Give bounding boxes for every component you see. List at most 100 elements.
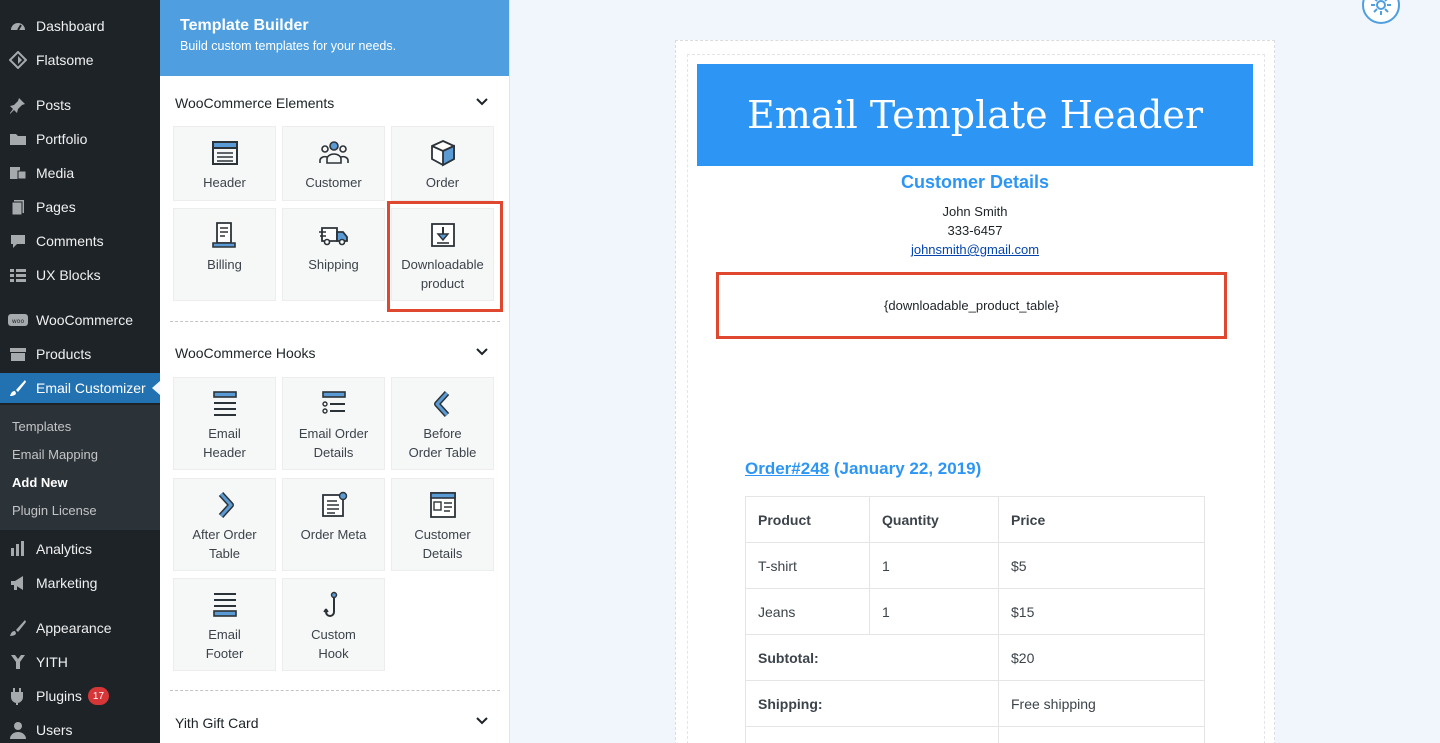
table-row bbox=[745, 726, 1205, 743]
submenu-templates[interactable]: Templates bbox=[12, 419, 71, 434]
plug-icon bbox=[8, 686, 28, 706]
hook-icon bbox=[322, 591, 337, 617]
menu-label: Dashboard bbox=[36, 18, 105, 34]
menu-item-users[interactable]: Users bbox=[0, 715, 160, 743]
email-customizer-submenu: Templates Email Mapping Add New Plugin L… bbox=[0, 405, 160, 530]
cell-quantity: 1 bbox=[869, 588, 999, 635]
tile-label: After Order Table bbox=[192, 527, 257, 561]
shipping-value: Free shipping bbox=[998, 680, 1205, 727]
tile-order[interactable]: Order bbox=[391, 126, 494, 201]
menu-label: Media bbox=[36, 165, 75, 181]
customer-email-wrap: johnsmith@gmail.com bbox=[697, 242, 1253, 257]
tile-billing[interactable]: Billing bbox=[173, 208, 276, 301]
column-header-price: Price bbox=[998, 496, 1205, 543]
menu-item-email-customizer[interactable]: Email Customizer bbox=[0, 373, 160, 403]
yith-icon bbox=[8, 652, 28, 672]
menu-item-flatsome[interactable]: Flatsome bbox=[0, 45, 160, 75]
tile-header[interactable]: Header bbox=[173, 126, 276, 201]
chevron-right-icon bbox=[218, 491, 234, 519]
tile-custom-hook[interactable]: Custom Hook bbox=[282, 578, 385, 671]
menu-label: Appearance bbox=[36, 620, 112, 636]
submenu-add-new[interactable]: Add New bbox=[12, 475, 68, 490]
submenu-plugin-license[interactable]: Plugin License bbox=[12, 503, 97, 518]
table-row: Jeans 1 $15 bbox=[745, 588, 1205, 635]
customer-email-link[interactable]: johnsmith@gmail.com bbox=[911, 242, 1039, 257]
tile-label: Billing bbox=[207, 257, 242, 272]
menu-item-plugins[interactable]: Plugins 17 bbox=[0, 681, 160, 711]
menu-item-marketing[interactable]: Marketing bbox=[0, 568, 160, 598]
menu-label: Portfolio bbox=[36, 131, 88, 147]
tile-email-header[interactable]: Email Header bbox=[173, 377, 276, 470]
receipt-icon bbox=[211, 222, 236, 248]
tile-shipping[interactable]: Shipping bbox=[282, 208, 385, 301]
shipping-row: Shipping: Free shipping bbox=[745, 680, 1205, 727]
subtotal-value: $20 bbox=[998, 634, 1205, 681]
email-header-block[interactable]: Email Template Header bbox=[697, 64, 1253, 166]
downloadable-product-block[interactable]: {downloadable_product_table} bbox=[716, 272, 1227, 339]
cell-empty bbox=[998, 726, 1205, 743]
cell-product: T-shirt bbox=[745, 542, 870, 589]
table-header-row: Product Quantity Price bbox=[745, 496, 1205, 543]
box-icon bbox=[430, 140, 455, 167]
tile-label: Order Meta bbox=[300, 527, 367, 542]
menu-item-portfolio[interactable]: Portfolio bbox=[0, 124, 160, 154]
dashboard-icon bbox=[8, 16, 28, 36]
chevron-down-icon[interactable] bbox=[472, 711, 492, 731]
tile-email-footer[interactable]: Email Footer bbox=[173, 578, 276, 671]
order-title: Order#248 (January 22, 2019) bbox=[745, 459, 981, 479]
chevron-down-icon[interactable] bbox=[472, 342, 492, 362]
tile-customer[interactable]: Customer bbox=[282, 126, 385, 201]
order-table: Product Quantity Price T-shirt 1 $5 Jean… bbox=[745, 496, 1205, 743]
email-footer-icon bbox=[212, 593, 237, 617]
paintbrush-icon bbox=[8, 618, 28, 638]
section-title-woo-hooks[interactable]: WooCommerce Hooks bbox=[175, 345, 316, 361]
header-icon bbox=[211, 141, 238, 165]
menu-item-ux-blocks[interactable]: UX Blocks bbox=[0, 260, 160, 290]
menu-label: Email Customizer bbox=[36, 380, 146, 396]
svg-text:woo: woo bbox=[12, 318, 25, 325]
settings-button[interactable] bbox=[1362, 0, 1400, 24]
menu-item-pages[interactable]: Pages bbox=[0, 192, 160, 222]
menu-item-comments[interactable]: Comments bbox=[0, 226, 160, 256]
cell-price: $5 bbox=[998, 542, 1205, 589]
menu-label: Flatsome bbox=[36, 52, 94, 68]
menu-label: Users bbox=[36, 722, 73, 738]
tile-label: Customer Details bbox=[414, 527, 471, 561]
builder-subtitle: Build custom templates for your needs. bbox=[180, 39, 397, 53]
menu-item-appearance[interactable]: Appearance bbox=[0, 613, 160, 643]
menu-item-yith[interactable]: YITH bbox=[0, 647, 160, 677]
section-title-woo-elements[interactable]: WooCommerce Elements bbox=[175, 95, 334, 111]
tile-after-order-table[interactable]: After Order Table bbox=[173, 478, 276, 571]
order-date: (January 22, 2019) bbox=[829, 459, 982, 478]
list-details-icon bbox=[321, 391, 346, 414]
tile-customer-details[interactable]: Customer Details bbox=[391, 478, 494, 571]
cell-price: $15 bbox=[998, 588, 1205, 635]
grid-icon bbox=[8, 265, 28, 285]
comment-icon bbox=[8, 231, 28, 251]
menu-item-dashboard[interactable]: Dashboard bbox=[0, 11, 160, 41]
chevron-down-icon[interactable] bbox=[472, 92, 492, 112]
menu-item-posts[interactable]: Posts bbox=[0, 90, 160, 120]
gear-icon bbox=[1371, 0, 1391, 15]
order-link[interactable]: Order#248 bbox=[745, 459, 829, 478]
menu-item-media[interactable]: Media bbox=[0, 158, 160, 188]
column-header-quantity: Quantity bbox=[869, 496, 999, 543]
menu-item-woocommerce[interactable]: woo WooCommerce bbox=[0, 305, 160, 335]
table-row: T-shirt 1 $5 bbox=[745, 542, 1205, 589]
menu-item-analytics[interactable]: Analytics bbox=[0, 534, 160, 564]
id-card-icon bbox=[429, 492, 456, 518]
tile-order-meta[interactable]: Order Meta bbox=[282, 478, 385, 571]
tile-label: Email Footer bbox=[205, 627, 244, 661]
tile-before-order-table[interactable]: Before Order Table bbox=[391, 377, 494, 470]
menu-label: WooCommerce bbox=[36, 312, 133, 328]
menu-label: Marketing bbox=[36, 575, 98, 591]
email-header-icon bbox=[212, 391, 237, 416]
tile-email-order-details[interactable]: Email Order Details bbox=[282, 377, 385, 470]
bar-chart-icon bbox=[8, 539, 28, 559]
submenu-email-mapping[interactable]: Email Mapping bbox=[12, 447, 98, 462]
user-icon bbox=[8, 720, 28, 740]
section-title-yith-gift-card[interactable]: Yith Gift Card bbox=[175, 715, 259, 731]
customer-name: John Smith bbox=[942, 204, 1008, 219]
cell-product: Jeans bbox=[745, 588, 870, 635]
menu-item-products[interactable]: Products bbox=[0, 339, 160, 369]
